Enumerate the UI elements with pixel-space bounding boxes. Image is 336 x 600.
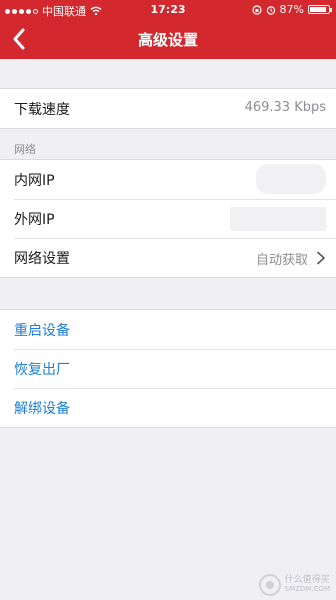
speed-group: 下载速度 469.33 Kbps	[0, 88, 336, 129]
actions-group: 重启设备 恢复出厂 解绑设备	[0, 309, 336, 428]
restart-device-label: 重启设备	[14, 323, 70, 339]
orientation-lock-icon	[251, 4, 262, 15]
download-speed-label: 下载速度	[14, 102, 70, 118]
chevron-right-icon	[317, 251, 325, 265]
watermark: 什么值得买 SMZDM.COM	[258, 574, 330, 596]
battery-icon	[308, 5, 332, 14]
network-settings-row[interactable]: 网络设置 自动获取	[0, 238, 336, 277]
lan-ip-label: 内网IP	[14, 173, 55, 189]
lan-ip-value-redacted	[256, 164, 326, 194]
network-section-label: 网络	[14, 143, 36, 156]
network-group: 内网IP 外网IP 网络设置 自动获取	[0, 159, 336, 278]
wan-ip-label: 外网IP	[14, 212, 55, 228]
battery-percent: 87%	[279, 3, 304, 16]
alarm-icon	[266, 5, 275, 15]
factory-reset-button[interactable]: 恢复出厂	[0, 349, 336, 388]
status-right: 87%	[251, 3, 332, 16]
download-speed-row: 下载速度 469.33 Kbps	[0, 89, 336, 128]
wan-ip-row: 外网IP	[0, 199, 336, 238]
network-settings-value: 自动获取	[255, 253, 308, 268]
restart-device-button[interactable]: 重启设备	[0, 310, 336, 349]
watermark-en: SMZDM.COM	[284, 585, 330, 594]
unbind-device-label: 解绑设备	[14, 401, 70, 417]
navigation-bar: 高级设置	[0, 20, 336, 59]
factory-reset-label: 恢复出厂	[14, 362, 70, 378]
top-bar: 中国联通 17:23 87% 高级设置	[0, 0, 336, 59]
lan-ip-row: 内网IP	[0, 160, 336, 199]
download-speed-value: 469.33 Kbps	[244, 100, 326, 115]
watermark-text: 什么值得买 SMZDM.COM	[284, 575, 330, 594]
watermark-logo-icon	[258, 574, 281, 596]
page-title: 高级设置	[137, 31, 198, 49]
network-settings-label: 网络设置	[14, 251, 70, 267]
unbind-device-button[interactable]: 解绑设备	[0, 388, 336, 427]
status-bar: 中国联通 17:23 87%	[0, 0, 336, 20]
wan-ip-value-redacted	[230, 207, 326, 231]
